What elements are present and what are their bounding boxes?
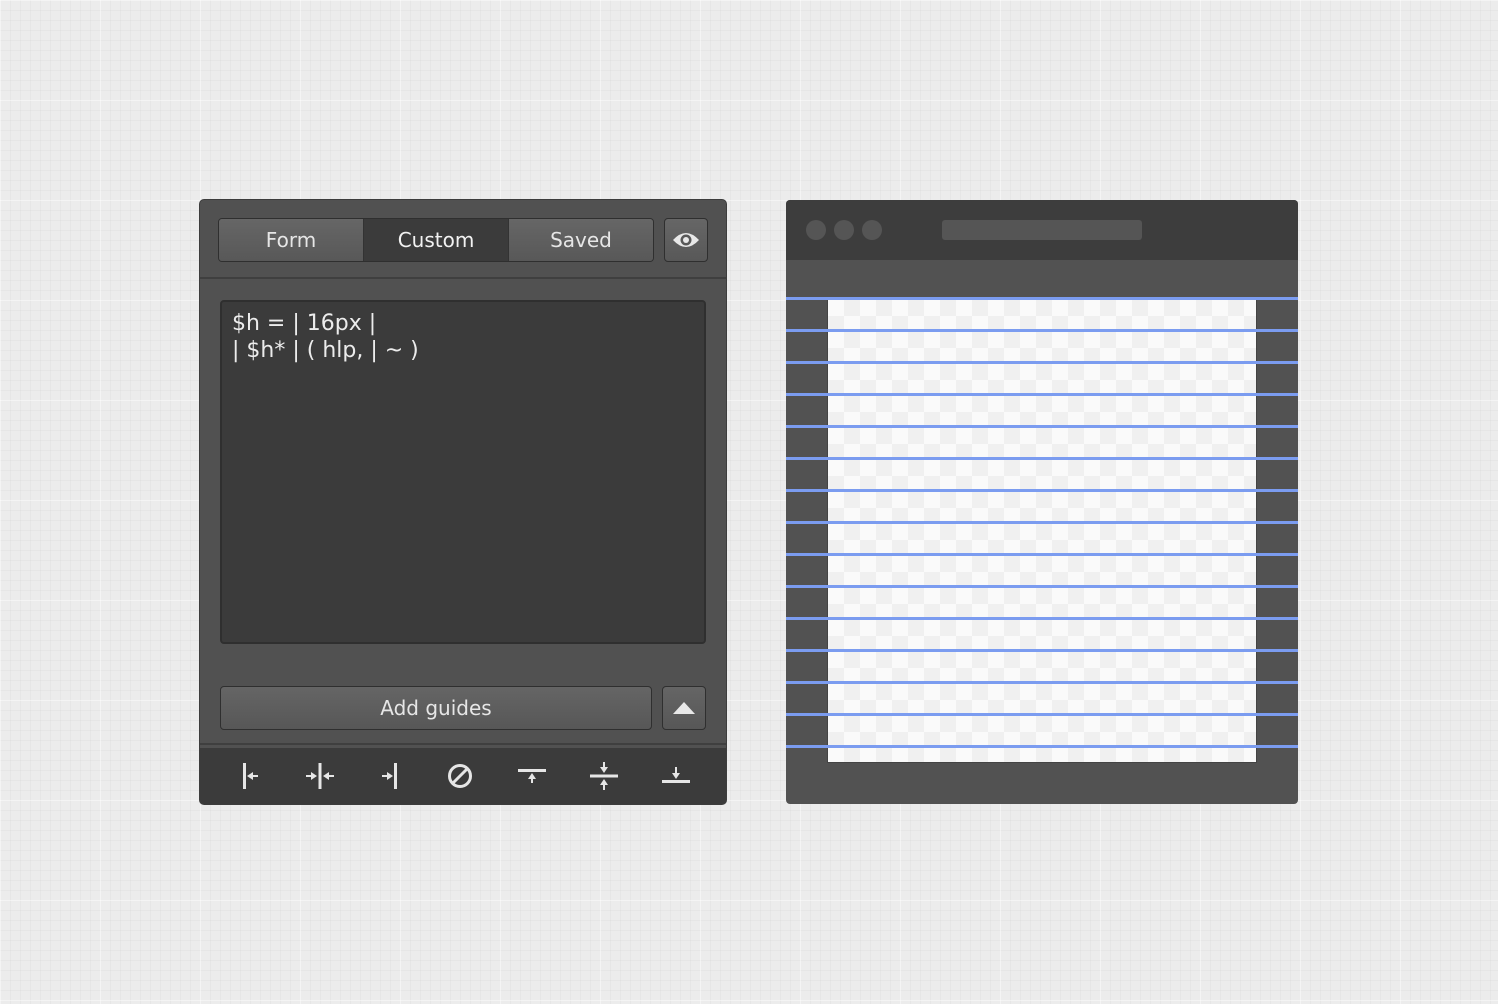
align-top-guide-icon [518, 769, 546, 783]
horizontal-guide [786, 745, 1298, 748]
horizontal-guide [786, 393, 1298, 396]
clear-guides-icon [448, 764, 472, 788]
align-middle-horizontal-guide-button[interactable] [586, 758, 622, 794]
horizontal-guide [786, 297, 1298, 300]
window-close-dot [806, 220, 826, 240]
browser-titlebar [786, 200, 1298, 260]
horizontal-guide [786, 489, 1298, 492]
align-left-guide-icon [243, 763, 258, 789]
align-bottom-guide-button[interactable] [658, 758, 694, 794]
align-center-vertical-guide-button[interactable] [302, 758, 338, 794]
horizontal-guide [786, 425, 1298, 428]
horizontal-guide [786, 521, 1298, 524]
address-bar [942, 220, 1142, 240]
tab-custom[interactable]: Custom [364, 219, 509, 261]
eye-icon [673, 233, 699, 247]
add-guides-button[interactable]: Add guides [220, 686, 652, 730]
tab-saved[interactable]: Saved [509, 219, 653, 261]
document-canvas [828, 300, 1256, 762]
guide-expression-editor[interactable]: $h = | 16px | | $h* | ( hlp, | ~ ) [220, 300, 706, 644]
horizontal-guide [786, 681, 1298, 684]
align-bottom-guide-icon [662, 767, 690, 783]
align-top-guide-button[interactable] [514, 758, 550, 794]
horizontal-guide [786, 585, 1298, 588]
expand-button[interactable] [662, 686, 706, 730]
window-minimize-dot [834, 220, 854, 240]
horizontal-guide [786, 617, 1298, 620]
horizontal-guide [786, 361, 1298, 364]
horizontal-guide [786, 457, 1298, 460]
tab-group: Form Custom Saved [218, 218, 654, 262]
align-center-vertical-guide-icon [306, 763, 334, 789]
triangle-up-icon [673, 702, 695, 714]
guides-panel: Form Custom Saved $h = | 16px | | $h* | … [200, 200, 726, 804]
align-left-guide-button[interactable] [232, 758, 268, 794]
horizontal-guide [786, 329, 1298, 332]
clear-guides-button[interactable] [442, 758, 478, 794]
toggle-visibility-button[interactable] [664, 218, 708, 262]
horizontal-guide [786, 553, 1298, 556]
guide-toolbar [200, 748, 726, 804]
align-middle-horizontal-guide-icon [590, 762, 618, 790]
align-right-guide-button[interactable] [372, 758, 408, 794]
align-right-guide-icon [382, 763, 397, 789]
horizontal-guide [786, 649, 1298, 652]
browser-preview [786, 200, 1298, 804]
horizontal-guide [786, 713, 1298, 716]
window-maximize-dot [862, 220, 882, 240]
tab-form[interactable]: Form [219, 219, 364, 261]
tab-bar: Form Custom Saved [200, 200, 726, 279]
divider [200, 743, 726, 745]
